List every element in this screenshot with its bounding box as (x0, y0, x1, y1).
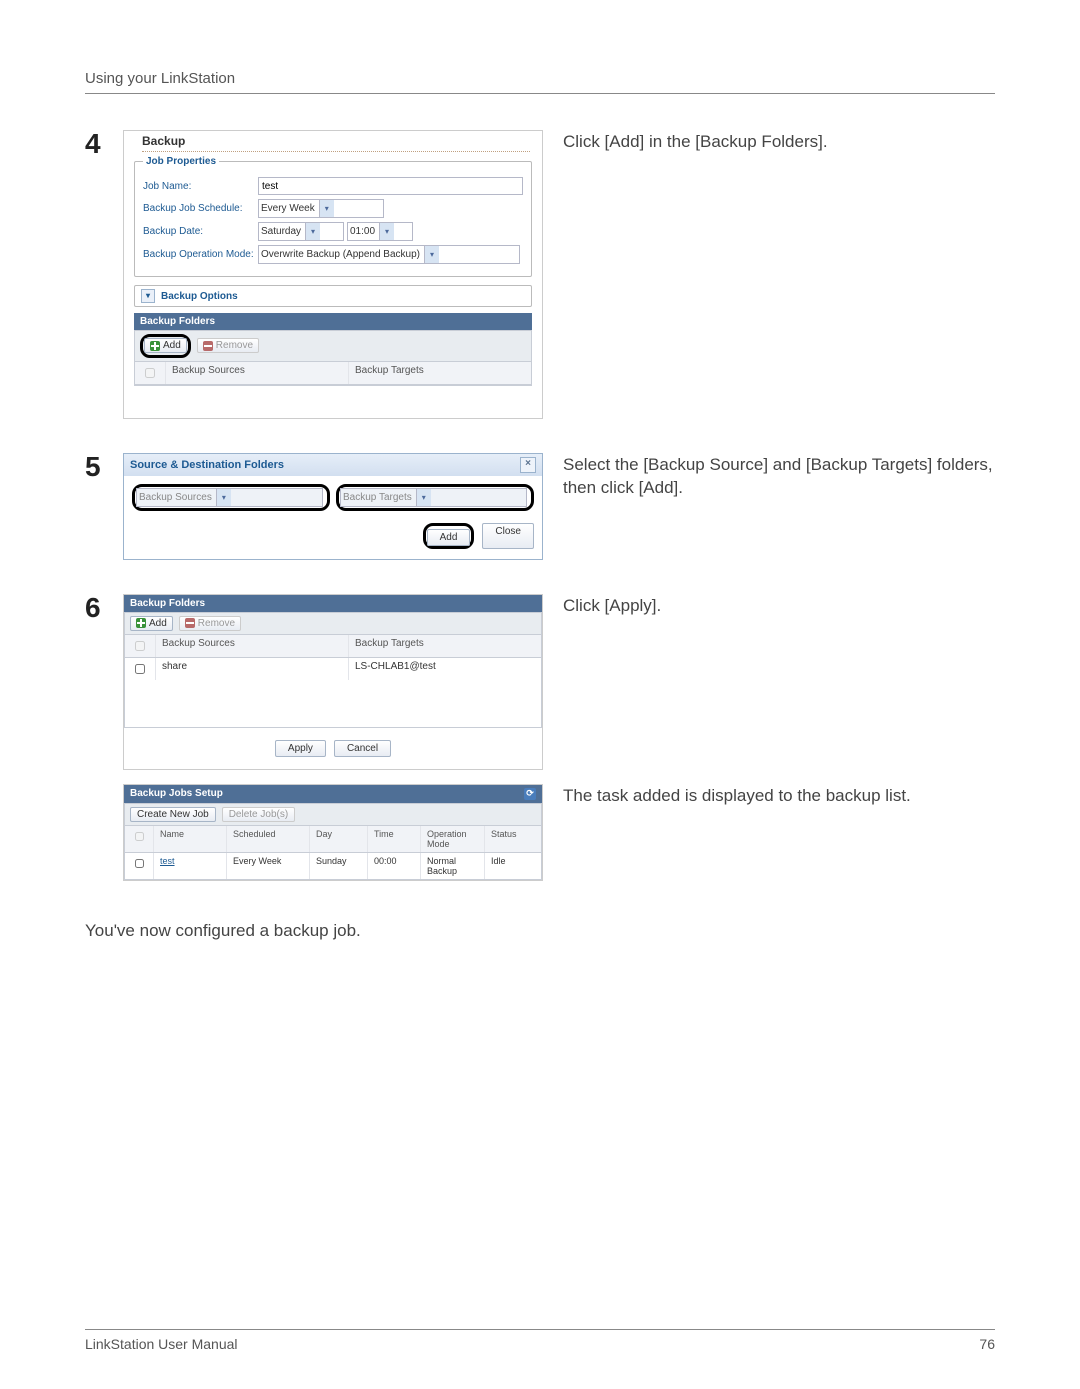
schedule-label: Backup Job Schedule: (143, 203, 258, 214)
highlight-ring: Add (423, 523, 475, 549)
job-properties-legend: Job Properties (143, 156, 219, 167)
backup-folders-header: Backup Folders (134, 313, 532, 330)
step-description: Click [Add] in the [Backup Folders]. (563, 130, 995, 154)
chevron-down-icon: ▾ (416, 489, 431, 506)
delete-job-button[interactable]: Delete Job(s) (222, 807, 295, 822)
col-status: Status (485, 826, 541, 852)
create-job-button[interactable]: Create New Job (130, 807, 216, 822)
chevron-down-icon: ▾ (216, 489, 231, 506)
target-select[interactable]: Backup Targets▾ (340, 488, 527, 507)
minus-icon (185, 618, 195, 628)
cell-scheduled: Every Week (227, 853, 310, 879)
footer-manual: LinkStation User Manual (85, 1336, 238, 1352)
cell-mode: Normal Backup (421, 853, 485, 879)
select-all-checkbox[interactable] (135, 641, 145, 651)
footer-page: 76 (979, 1336, 995, 1352)
job-name-label: Job Name: (143, 181, 258, 192)
backup-folders-header: Backup Folders (124, 595, 542, 612)
step-4: 4 Backup Job Properties Job Name: Backup… (85, 130, 995, 419)
col-day: Day (310, 826, 368, 852)
col-scheduled: Scheduled (227, 826, 310, 852)
row-checkbox[interactable] (135, 664, 145, 674)
source-select[interactable]: Backup Sources▾ (136, 488, 323, 507)
closing-text: You've now configured a backup job. (85, 921, 995, 941)
highlight-ring: Backup Sources▾ (132, 484, 330, 511)
col-sources: Backup Sources (166, 362, 349, 384)
chevron-down-icon: ▾ (379, 223, 394, 240)
dialog-title: Source & Destination Folders (130, 459, 284, 471)
step-number: 6 (85, 594, 123, 622)
job-name-link[interactable]: test (154, 853, 227, 879)
chevron-down-icon: ▾ (141, 289, 155, 303)
highlight-ring: Add (140, 334, 191, 358)
row-checkbox[interactable] (135, 859, 144, 868)
cell-source: share (156, 658, 349, 680)
step-description: Click [Apply]. (563, 594, 995, 618)
close-button[interactable]: Close (482, 523, 534, 549)
highlight-ring: Backup Targets▾ (336, 484, 534, 511)
col-targets: Backup Targets (349, 362, 531, 384)
step-description: Select the [Backup Source] and [Backup T… (563, 453, 995, 501)
table-row[interactable]: test Every Week Sunday 00:00 Normal Back… (125, 853, 541, 879)
schedule-select[interactable]: Every Week▾ (258, 199, 384, 218)
chevron-down-icon: ▾ (424, 246, 439, 263)
close-icon[interactable]: × (520, 457, 536, 473)
chevron-down-icon: ▾ (319, 200, 334, 217)
step-number: 4 (85, 130, 123, 158)
chevron-down-icon: ▾ (305, 223, 320, 240)
plus-icon (150, 341, 160, 351)
mode-label: Backup Operation Mode: (143, 249, 258, 260)
step-number: 5 (85, 453, 123, 481)
day-select[interactable]: Saturday▾ (258, 222, 344, 241)
time-select[interactable]: 01:00▾ (347, 222, 413, 241)
plus-icon (136, 618, 146, 628)
step-5: 5 Source & Destination Folders × Backup … (85, 453, 995, 560)
col-name: Name (154, 826, 227, 852)
panel-title: Backup (142, 134, 542, 148)
table-row[interactable]: share LS-CHLAB1@test (125, 658, 541, 680)
step-6: 6 Backup Folders Add Remove Backup Sourc… (85, 594, 995, 770)
refresh-icon[interactable]: ⟳ (524, 788, 536, 800)
col-sources: Backup Sources (156, 635, 349, 657)
add-button[interactable]: Add (144, 338, 187, 353)
select-all-checkbox[interactable] (145, 368, 155, 378)
remove-button[interactable]: Remove (197, 338, 259, 353)
cancel-button[interactable]: Cancel (334, 740, 391, 757)
add-button[interactable]: Add (427, 529, 471, 546)
backup-options-toggle[interactable]: ▾ Backup Options (134, 285, 532, 307)
mode-select[interactable]: Overwrite Backup (Append Backup)▾ (258, 245, 520, 264)
cell-day: Sunday (310, 853, 368, 879)
cell-target: LS-CHLAB1@test (349, 658, 541, 680)
jobs-list-section: Backup Jobs Setup ⟳ Create New Job Delet… (85, 784, 995, 881)
backup-date-label: Backup Date: (143, 226, 258, 237)
apply-button[interactable]: Apply (275, 740, 326, 757)
jobs-setup-title: Backup Jobs Setup (130, 788, 223, 799)
remove-button[interactable]: Remove (179, 616, 241, 631)
step-description: The task added is displayed to the backu… (563, 784, 995, 808)
col-targets: Backup Targets (349, 635, 541, 657)
add-button[interactable]: Add (130, 616, 173, 631)
col-time: Time (368, 826, 421, 852)
cell-status: Idle (485, 853, 541, 879)
job-name-input[interactable] (258, 177, 523, 195)
chapter-title: Using your LinkStation (85, 70, 995, 94)
minus-icon (203, 341, 213, 351)
select-all-checkbox[interactable] (135, 832, 144, 841)
cell-time: 00:00 (368, 853, 421, 879)
col-mode: Operation Mode (421, 826, 485, 852)
